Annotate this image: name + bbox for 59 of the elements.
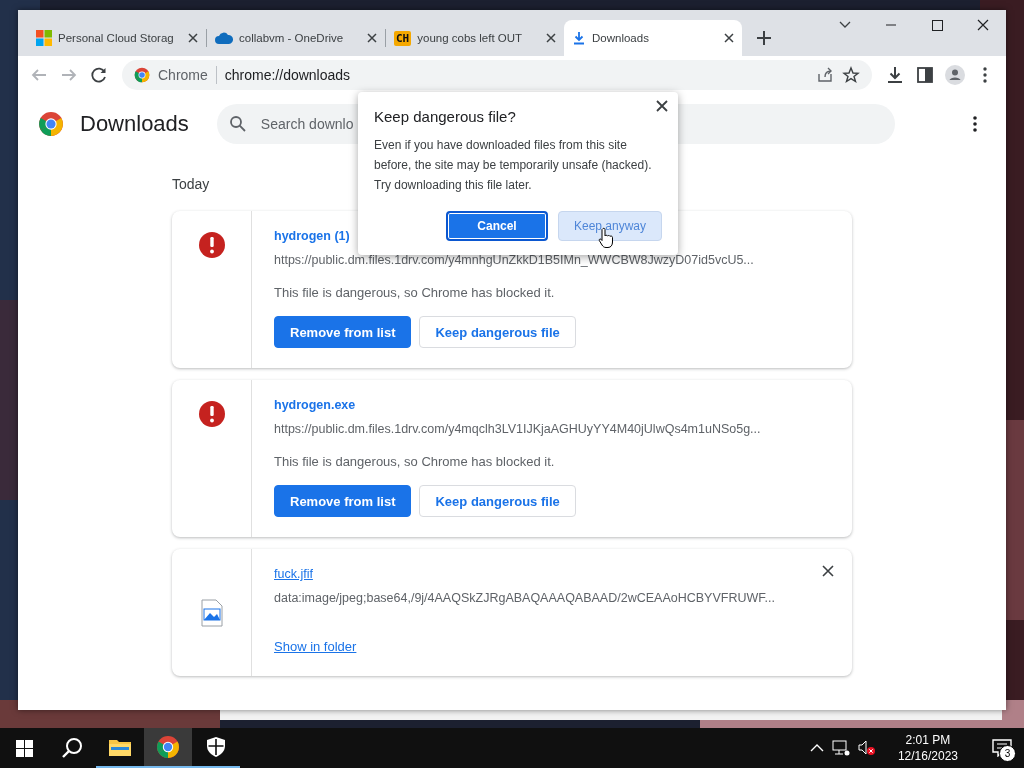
browser-tab[interactable]: collabvm - OneDrive xyxy=(207,20,385,56)
close-icon[interactable] xyxy=(546,33,556,43)
warning-icon xyxy=(197,231,226,259)
chrome-logo-icon xyxy=(38,111,64,137)
site-label: Chrome xyxy=(158,67,208,83)
favicon-badge: CH xyxy=(394,30,412,46)
shield-icon xyxy=(207,737,225,757)
page-title: Downloads xyxy=(80,111,189,137)
network-icon[interactable] xyxy=(831,740,850,756)
notification-count: 3 xyxy=(999,745,1016,762)
star-icon[interactable] xyxy=(842,66,860,84)
close-icon[interactable] xyxy=(367,33,377,43)
file-url: https://public.dm.files.1drv.com/y4mqclh3LV1IJKjaAGHUyYY4M40jUlwQs4m1uNSo5g... xyxy=(274,422,762,436)
browser-tab[interactable]: CH young cobs left OUT xyxy=(386,20,564,56)
close-icon[interactable] xyxy=(656,100,668,112)
chrome-icon xyxy=(156,735,180,759)
close-icon[interactable] xyxy=(724,33,734,43)
cancel-button[interactable]: Cancel xyxy=(446,211,548,241)
clock[interactable]: 2:01 PM 12/16/2023 xyxy=(891,731,964,765)
search-icon xyxy=(61,737,83,759)
windows-logo-icon xyxy=(36,30,52,46)
chevron-up-icon[interactable] xyxy=(809,743,824,753)
taskbar-app[interactable] xyxy=(144,728,192,768)
keep-button[interactable]: Keep anyway xyxy=(558,211,662,241)
cloud-icon xyxy=(215,32,233,44)
keep-file-button[interactable]: Keep dangerous file xyxy=(419,485,576,517)
image-file-icon xyxy=(200,598,223,627)
folder-icon xyxy=(109,738,131,756)
section-heading: Today xyxy=(172,176,210,192)
danger-message: This file is dangerous, so Chrome has blocked it. xyxy=(274,454,556,469)
browser-tab[interactable]: Downloads xyxy=(564,20,742,56)
remove-button[interactable]: Remove from list xyxy=(274,485,412,517)
notification-icon xyxy=(992,739,1012,757)
download-icon xyxy=(572,31,586,45)
browser-tab[interactable]: Personal Cloud Storag xyxy=(28,20,206,56)
search-icon xyxy=(228,115,247,133)
dialog-message: Even if you have downloaded files from this site before, the site may be temporarily unsafe (hacked). Try downloading this file later. xyxy=(374,137,653,194)
warning-icon xyxy=(197,400,226,428)
file-name-link[interactable]: fuck.jfif xyxy=(274,567,313,581)
file-name-link[interactable]: hydrogen.exe xyxy=(274,398,356,412)
notifications-button[interactable]: 3 xyxy=(980,728,1024,768)
keep-file-button[interactable]: Keep dangerous file xyxy=(419,316,576,348)
show-in-folder-link[interactable]: Show in folder xyxy=(274,639,357,654)
close-icon[interactable] xyxy=(822,565,834,577)
address-bar[interactable]: Chrome chrome://downloads xyxy=(122,60,872,90)
file-url: https://public.dm.files.1drv.com/y4mnhgUnZkkD1B5IMn_WWCBW8JwzyD07id5vcU5... xyxy=(274,253,755,267)
remove-button[interactable]: Remove from list xyxy=(274,316,412,348)
muted-speaker-icon[interactable] xyxy=(857,740,876,756)
profile-icon[interactable] xyxy=(942,62,968,88)
windows-logo-icon xyxy=(15,739,33,757)
dialog-title: Keep dangerous file? xyxy=(374,108,517,125)
chrome-logo-icon xyxy=(134,67,150,83)
danger-message: This file is dangerous, so Chrome has blocked it. xyxy=(274,285,556,300)
close-icon[interactable] xyxy=(188,33,198,43)
menu-icon[interactable] xyxy=(972,115,978,133)
file-url: data:image/jpeg;base64,/9j/4AAQSkZJRgABAQAAAQABAAD/2wCEAAoHCBYVFRUWF... xyxy=(274,591,776,605)
share-icon[interactable] xyxy=(816,66,834,84)
file-name-link[interactable]: hydrogen (1) xyxy=(274,229,350,243)
url-text: chrome://downloads xyxy=(224,67,351,83)
